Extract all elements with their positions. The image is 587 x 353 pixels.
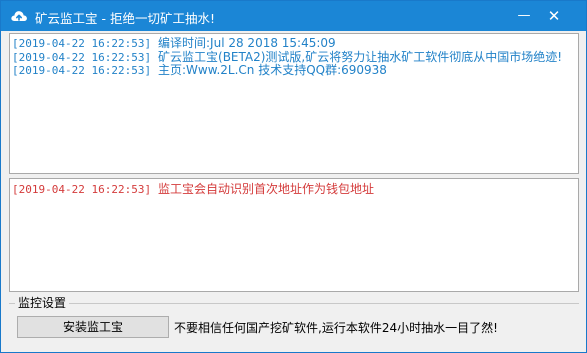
log-timestamp: [2019-04-22 16:22:53] xyxy=(12,37,152,50)
install-button[interactable]: 安装监工宝 xyxy=(17,316,169,338)
window-title: 矿云监工宝 - 拒绝一切矿工抽水! xyxy=(35,11,215,26)
close-icon: ✕ xyxy=(547,7,561,25)
close-button[interactable]: ✕ xyxy=(538,1,570,31)
log-timestamp: [2019-04-22 16:22:53] xyxy=(12,64,152,77)
cloud-upload-icon xyxy=(11,11,27,21)
log-line: [2019-04-22 16:22:53] 矿云监工宝(BETA2)测试版,矿云… xyxy=(12,49,576,65)
log-line: [2019-04-22 16:22:53] 编译时间:Jul 28 2018 1… xyxy=(12,36,576,51)
log-message: 监工宝会自动识别首次地址作为钱包地址 xyxy=(158,182,375,196)
footer-note: 不要相信任何国产挖矿软件,运行本软件24小时抽水一目了然! xyxy=(174,321,498,335)
log-message: 矿云监工宝(BETA2)测试版,矿云将努力让抽水矿工软件彻底从中国市场绝迹! xyxy=(158,49,563,64)
log-timestamp: [2019-04-22 16:22:53] xyxy=(12,183,152,196)
group-title: 监控设置 xyxy=(15,295,70,311)
log-line: [2019-04-22 16:22:53] 监工宝会自动识别首次地址作为钱包地址 xyxy=(12,182,576,197)
minimize-icon: — xyxy=(517,8,531,23)
title-bar[interactable]: 矿云监工宝 - 拒绝一切矿工抽水! — ✕ xyxy=(1,1,586,31)
info-log[interactable]: [2019-04-22 16:22:53] 编译时间:Jul 28 2018 1… xyxy=(9,33,579,174)
minimize-button[interactable]: — xyxy=(508,1,540,31)
log-message: 主页:Www.2L.Cn 技术支持QQ群:690938 xyxy=(158,63,387,77)
log-message: 编译时间:Jul 28 2018 15:45:09 xyxy=(158,36,336,50)
log-timestamp: [2019-04-22 16:22:53] xyxy=(12,50,152,64)
alert-log[interactable]: [2019-04-22 16:22:53] 监工宝会自动识别首次地址作为钱包地址 xyxy=(9,178,579,292)
main-window: 矿云监工宝 - 拒绝一切矿工抽水! — ✕ [2019-04-22 16:22:… xyxy=(0,0,587,353)
log-line: [2019-04-22 16:22:53] 主页:Www.2L.Cn 技术支持Q… xyxy=(12,63,576,78)
